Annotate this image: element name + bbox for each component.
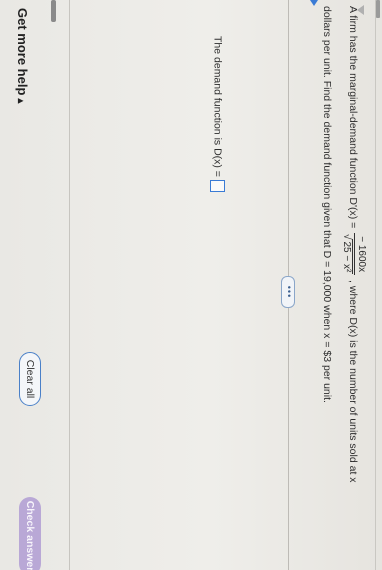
top-divider xyxy=(375,0,376,570)
get-more-help-button[interactable]: Get more help ▴ xyxy=(15,8,30,103)
radicand: 25 − x² xyxy=(341,239,353,275)
scroll-handle[interactable] xyxy=(51,0,56,22)
answer-prompt: The demand function is D(x) = xyxy=(211,36,224,177)
screenshot-view: A firm has the marginal-demand function … xyxy=(0,0,382,570)
more-options-button[interactable]: ••• xyxy=(281,276,295,308)
check-answer-button[interactable]: Check answer xyxy=(19,497,41,570)
answer-row: The demand function is D(x) = xyxy=(210,36,225,192)
fraction-denominator: √25 − x² xyxy=(341,233,353,275)
fraction-numerator: − 1600x xyxy=(354,233,367,276)
marginal-demand-fraction: − 1600x √25 − x² xyxy=(341,233,367,276)
progress-marker xyxy=(376,0,380,18)
problem-after-fraction: , where D(x) is the number of units sold… xyxy=(347,280,360,483)
caret-up-icon: ▴ xyxy=(15,98,26,104)
footer-divider xyxy=(69,0,70,570)
question-canvas: A firm has the marginal-demand function … xyxy=(0,0,382,570)
problem-statement-line2: dollars per unit. Find the demand functi… xyxy=(321,6,333,403)
problem-statement-line1: A firm has the marginal-demand function … xyxy=(340,6,367,483)
answer-input[interactable] xyxy=(210,179,225,192)
clear-all-button[interactable]: Clear all xyxy=(19,352,41,406)
get-more-help-label: Get more help xyxy=(15,8,30,96)
question-pointer-icon xyxy=(310,0,318,6)
problem-intro: A firm has the marginal-demand function … xyxy=(347,6,360,229)
